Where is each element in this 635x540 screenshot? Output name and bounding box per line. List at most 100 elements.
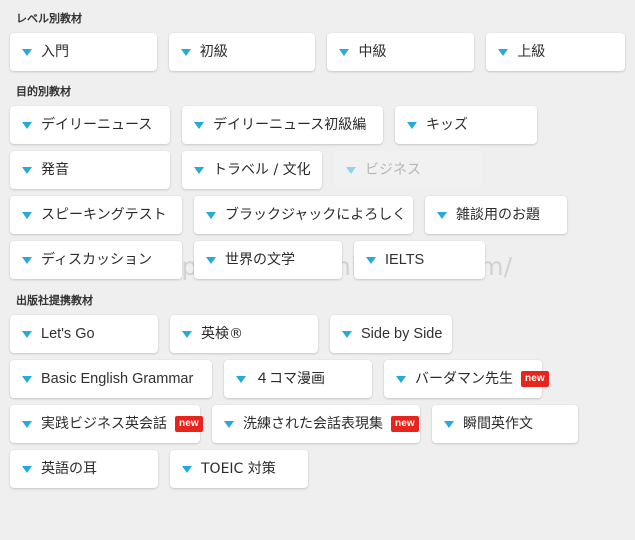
chip-row: ディスカッション 世界の文学 IELTS (10, 241, 625, 279)
caret-down-icon (22, 465, 32, 473)
caret-down-icon (366, 256, 376, 264)
category-chip-label: IELTS (385, 251, 425, 268)
category-chip-label: TOEIC 対策 (201, 461, 276, 477)
category-chip[interactable]: 世界の文学 (194, 241, 342, 279)
category-chip[interactable]: バーダマン先生 new (384, 360, 549, 398)
category-chip[interactable]: Side by Side (330, 315, 452, 353)
category-chip: ビジネス (334, 151, 482, 189)
category-chip-label: デイリーニュース初級編 (213, 117, 367, 133)
category-chip-label: 英語の耳 (41, 461, 97, 477)
category-chip[interactable]: 実践ビジネス英会話 new (10, 405, 203, 443)
category-chip-label: 初級 (199, 44, 228, 60)
caret-down-icon (22, 420, 32, 428)
chip-row: 英語の耳 TOEIC 対策 (10, 450, 625, 488)
chip-row: Let's Go 英検® Side by Side (10, 315, 625, 353)
category-chip-label: ディスカッション (41, 252, 153, 268)
category-chip[interactable]: ディスカッション (10, 241, 182, 279)
category-chip[interactable]: デイリーニュース (10, 106, 170, 144)
new-badge: new (175, 416, 203, 432)
category-chip[interactable]: 中級 (327, 33, 475, 71)
caret-down-icon (206, 211, 216, 219)
category-chip[interactable]: 発音 (10, 151, 170, 189)
category-chip[interactable]: スピーキングテスト (10, 196, 182, 234)
category-chip-label: 瞬間英作文 (463, 416, 533, 432)
caret-down-icon (180, 48, 191, 56)
category-chip[interactable]: 入門 (10, 33, 157, 71)
category-chip-label: 洗練された会話表現集 (243, 416, 383, 432)
chip-row: 実践ビジネス英会話 new 洗練された会話表現集 new 瞬間英作文 (10, 405, 625, 443)
category-chip-label: 実践ビジネス英会話 (41, 416, 167, 432)
material-category-page: © http://www.kuchikomi-s.com/ レベル別教材入門初級… (0, 0, 635, 540)
caret-down-icon (346, 166, 356, 174)
caret-down-icon (396, 375, 406, 383)
category-chip-label: Let's Go (41, 325, 95, 342)
category-chip[interactable]: ブラックジャックによろしく (194, 196, 413, 234)
caret-down-icon (498, 48, 509, 56)
section-label: レベル別教材 (16, 12, 82, 25)
category-chip-label: 発音 (41, 162, 69, 178)
category-chip[interactable]: 上級 (486, 33, 626, 71)
caret-down-icon (194, 166, 204, 174)
category-chip[interactable]: 初級 (168, 33, 316, 71)
category-chip-label: トラベル / 文化 (213, 162, 311, 178)
caret-down-icon (194, 121, 204, 129)
category-chip-label: 英検® (201, 326, 243, 342)
caret-down-icon (182, 465, 192, 473)
section-purpose: 目的別教材デイリーニュース デイリーニュース初級編 キッズ発音 トラベル / 文化 ビジ… (10, 71, 625, 279)
section-label: 出版社提携教材 (16, 294, 93, 307)
caret-down-icon (22, 330, 32, 338)
caret-down-icon (22, 256, 32, 264)
caret-down-icon (339, 48, 350, 56)
caret-down-icon (182, 330, 192, 338)
caret-down-icon (206, 256, 216, 264)
category-chip[interactable]: Basic English Grammar (10, 360, 212, 398)
chip-row: デイリーニュース デイリーニュース初級編 キッズ (10, 106, 625, 144)
category-chip-label: 入門 (41, 44, 69, 60)
caret-down-icon (224, 420, 234, 428)
section-publisher: 出版社提携教材 Let's Go 英検® Side by Side Basic Engl… (10, 279, 625, 488)
category-chip-label: デイリーニュース (41, 117, 153, 133)
category-chip[interactable]: キッズ (395, 106, 537, 144)
category-chip-label: スピーキングテスト (41, 207, 167, 223)
category-chip-label: ４コマ漫画 (255, 371, 325, 387)
chip-row: 発音 トラベル / 文化 ビジネス (10, 151, 625, 189)
category-chip-label: キッズ (426, 117, 468, 133)
caret-down-icon (437, 211, 447, 219)
new-badge: new (391, 416, 419, 432)
chip-row: Basic English Grammar ４コマ漫画 バーダマン先生 new (10, 360, 625, 398)
category-chip[interactable]: IELTS (354, 241, 485, 279)
category-chip[interactable]: 洗練された会話表現集 new (212, 405, 420, 443)
caret-down-icon (22, 211, 32, 219)
category-chip[interactable]: 瞬間英作文 (432, 405, 578, 443)
category-chip[interactable]: デイリーニュース初級編 (182, 106, 383, 144)
category-chip[interactable]: トラベル / 文化 (182, 151, 322, 189)
category-chip[interactable]: Let's Go (10, 315, 158, 353)
caret-down-icon (444, 420, 454, 428)
category-chip[interactable]: 英語の耳 (10, 450, 158, 488)
category-chip-label: ブラックジャックによろしく (225, 207, 407, 223)
category-chip-label: Side by Side (361, 325, 443, 342)
category-chip[interactable]: 雑談用のお題 (425, 196, 567, 234)
category-chip[interactable]: 英検® (170, 315, 318, 353)
category-chip-label: 雑談用のお題 (456, 207, 540, 223)
category-chip[interactable]: TOEIC 対策 (170, 450, 308, 488)
caret-down-icon (236, 375, 246, 383)
section-level: レベル別教材入門 初級 中級 上級 (10, 0, 626, 71)
section-label: 目的別教材 (16, 85, 71, 98)
chip-row: 入門 初級 中級 上級 (10, 33, 626, 71)
category-chip-label: Basic English Grammar (41, 370, 194, 387)
caret-down-icon (342, 330, 352, 338)
caret-down-icon (22, 121, 32, 129)
category-chip-label: バーダマン先生 (415, 371, 513, 387)
caret-down-icon (22, 375, 32, 383)
category-chip-label: 上級 (517, 44, 546, 60)
category-chip-label: 中級 (358, 44, 387, 60)
caret-down-icon (407, 121, 417, 129)
chip-row: スピーキングテスト ブラックジャックによろしく 雑談用のお題 (10, 196, 625, 234)
category-chip[interactable]: ４コマ漫画 (224, 360, 372, 398)
caret-down-icon (22, 166, 32, 174)
new-badge: new (521, 371, 549, 387)
sections-container: レベル別教材入門 初級 中級 上級目的別教材デイリーニュース デイリーニュース初級編 キッ… (10, 0, 626, 488)
category-chip-label: ビジネス (365, 162, 421, 178)
category-chip-label: 世界の文学 (225, 252, 295, 268)
